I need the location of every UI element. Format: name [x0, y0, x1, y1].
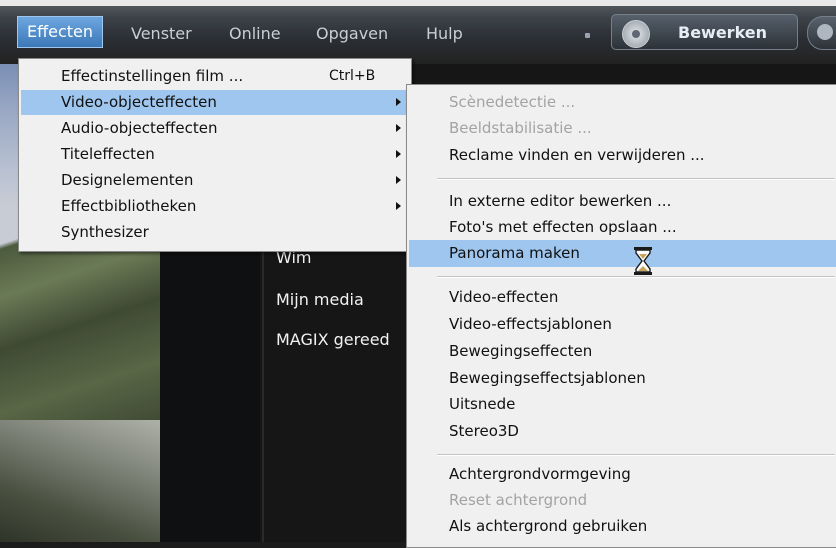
menu-effecten[interactable]: Effecten: [17, 16, 104, 48]
window-top-edge: [0, 0, 836, 6]
menu-item-effectbibliotheken[interactable]: Effectbibliotheken: [61, 194, 196, 219]
menu-item-audio-objecteffecten[interactable]: Audio-objecteffecten: [61, 116, 217, 141]
menu-item-scenedetectie: Scènedetectie ...: [449, 93, 576, 111]
menu-item-bewegingseffecten[interactable]: Bewegingseffecten: [449, 339, 592, 364]
circle-icon: [817, 24, 833, 40]
hourglass-cursor-icon: [634, 247, 652, 275]
menu-item-reset-achtergrond: Reset achtergrond: [449, 491, 588, 509]
menu-item-label: Designelementen: [61, 171, 194, 189]
menu-item-label: Synthesizer: [61, 223, 149, 241]
menu-item-externe-editor[interactable]: In externe editor bewerken ...: [449, 189, 671, 214]
menu-separator: [437, 178, 835, 180]
media-item-magix[interactable]: MAGIX gereed: [276, 330, 390, 349]
menu-item-beeldstabilisatie: Beeldstabilisatie ...: [449, 119, 592, 137]
video-objecteffecten-submenu: Scènedetectie ... Beeldstabilisatie ... …: [406, 84, 836, 548]
shortcut-ctrl-b: Ctrl+B: [329, 68, 376, 84]
menu-item-label: Titeleffecten: [61, 145, 155, 163]
submenu-arrow-icon: [396, 98, 401, 106]
menu-item-achtergrondvormgeving[interactable]: Achtergrondvormgeving: [449, 462, 631, 487]
menu-separator: [437, 276, 835, 278]
next-mode-button[interactable]: [807, 16, 836, 50]
menu-item-label: Effectinstellingen film ...: [61, 67, 244, 85]
submenu-arrow-icon: [396, 176, 401, 184]
menu-item-reclame[interactable]: Reclame vinden en verwijderen ...: [449, 143, 705, 168]
menu-item-panorama-maken[interactable]: Panorama maken: [449, 241, 580, 266]
menu-item-fotos-opslaan[interactable]: Foto's met effecten opslaan ...: [449, 215, 677, 240]
menu-separator: [437, 454, 835, 456]
bewerken-label: Bewerken: [678, 23, 768, 42]
menu-item-label: Effectbibliotheken: [61, 197, 197, 215]
menu-item-effectinstellingen[interactable]: Effectinstellingen film ...: [61, 64, 243, 89]
submenu-arrow-icon: [396, 150, 401, 158]
menu-item-label: Video-objecteffecten: [61, 93, 217, 111]
menu-item-stereo3d[interactable]: Stereo3D: [449, 419, 519, 444]
menu-item-video-objecteffecten[interactable]: Video-objecteffecten: [61, 90, 217, 115]
film-reel-icon: [622, 20, 650, 48]
menu-online[interactable]: Online: [229, 20, 281, 48]
effecten-menu: Effectinstellingen film ... Ctrl+B Video…: [18, 58, 412, 252]
menu-item-designelementen[interactable]: Designelementen: [61, 168, 193, 193]
menu-item-video-effectsjablonen[interactable]: Video-effectsjablonen: [449, 312, 612, 337]
menu-item-video-effecten[interactable]: Video-effecten: [449, 285, 558, 310]
menu-hulp[interactable]: Hulp: [426, 20, 463, 48]
menu-venster[interactable]: Venster: [131, 20, 192, 48]
menubar-dot-icon: [585, 33, 590, 38]
menu-item-als-achtergrond[interactable]: Als achtergrond gebruiken: [449, 514, 647, 539]
menu-item-titeleffecten[interactable]: Titeleffecten: [61, 142, 155, 167]
preview-image-rocks: [0, 420, 160, 542]
menu-item-synthesizer[interactable]: Synthesizer: [61, 220, 149, 245]
menubar: Effecten Venster Online Opgaven Hulp Bew…: [0, 0, 836, 64]
menu-opgaven[interactable]: Opgaven: [316, 20, 388, 48]
media-item-mijn-media[interactable]: Mijn media: [276, 290, 364, 309]
menu-item-bewegingseffectsjablonen[interactable]: Bewegingseffectsjablonen: [449, 366, 646, 391]
bewerken-button[interactable]: Bewerken: [611, 14, 798, 50]
menu-item-label: Audio-objecteffecten: [61, 119, 218, 137]
submenu-arrow-icon: [396, 202, 401, 210]
submenu-arrow-icon: [396, 124, 401, 132]
menu-item-uitsnede[interactable]: Uitsnede: [449, 392, 515, 417]
